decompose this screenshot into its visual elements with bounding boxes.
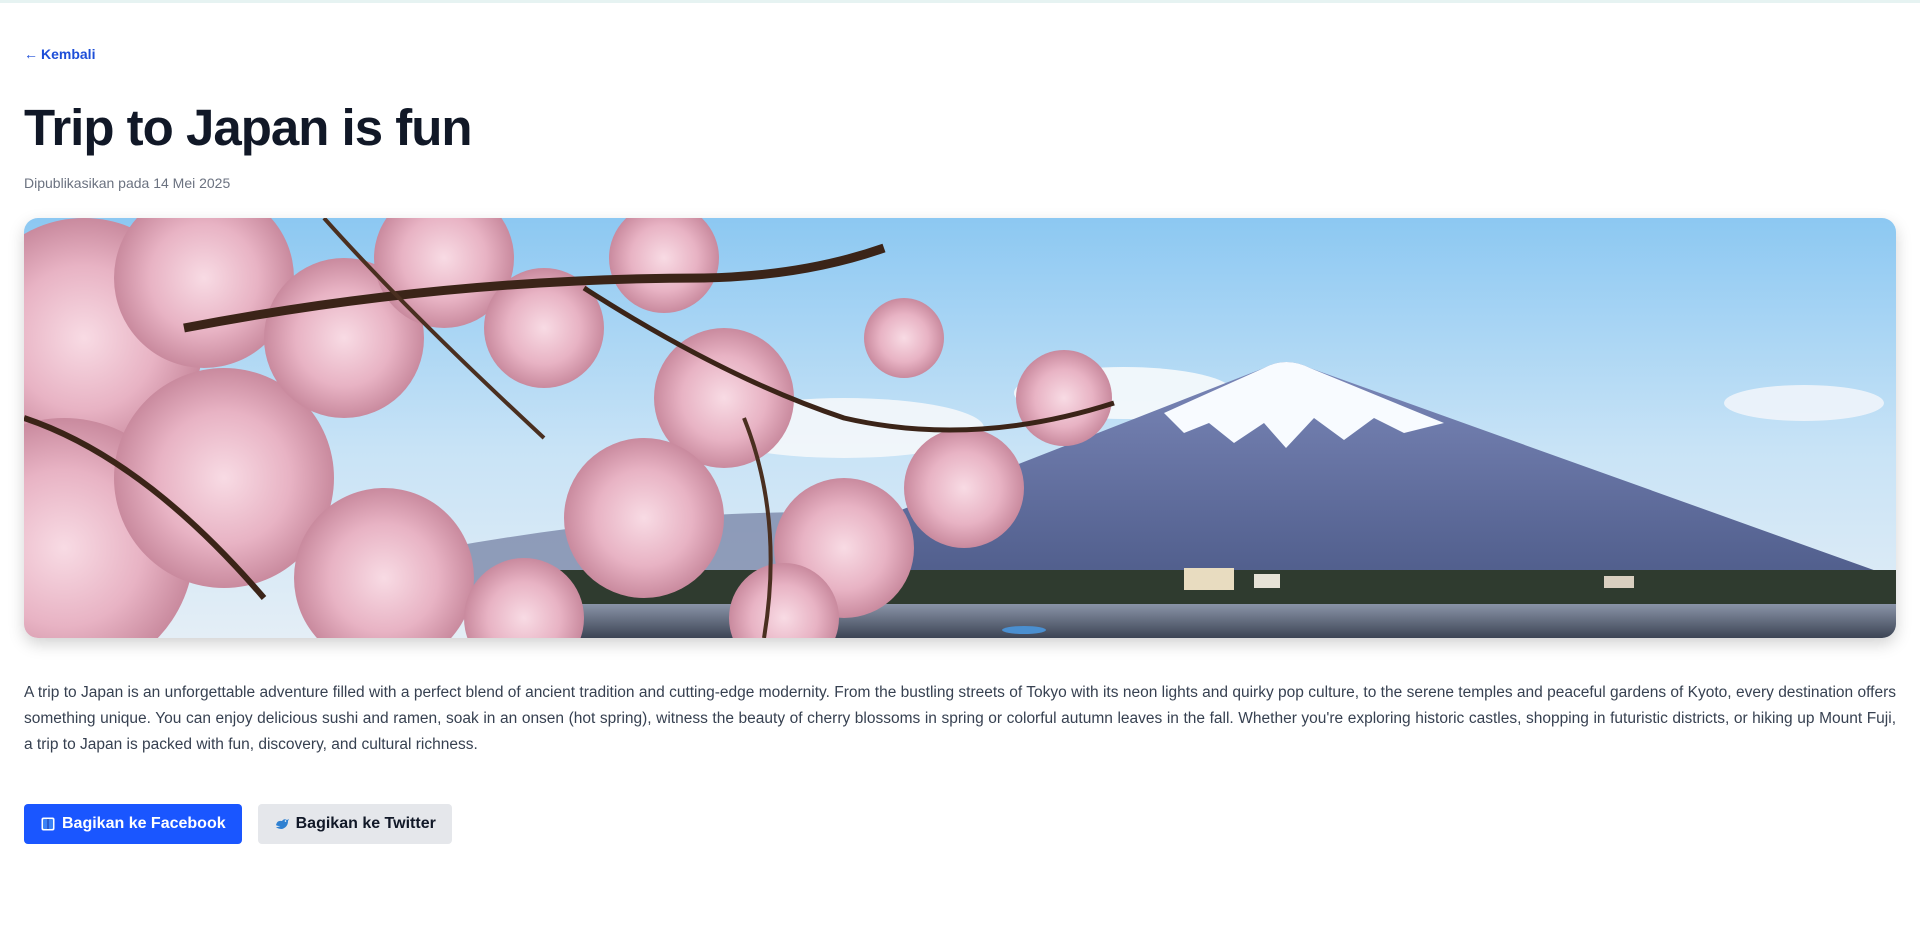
share-twitter-label: Bagikan ke Twitter — [295, 815, 436, 832]
arrow-left-icon: ← — [24, 46, 38, 62]
share-actions: Bagikan ke Facebook Bagikan ke Twitter — [24, 804, 452, 844]
book-icon — [41, 817, 55, 831]
bird-icon — [275, 819, 289, 829]
share-twitter-button[interactable]: Bagikan ke Twitter — [257, 804, 452, 844]
article-title: Trip to Japan is fun — [24, 99, 473, 156]
back-link-label: Kembali — [41, 46, 96, 62]
back-link[interactable]: ← Kembali — [24, 46, 95, 62]
top-border — [0, 0, 1920, 3]
share-facebook-label: Bagikan ke Facebook — [62, 815, 226, 832]
hero-image — [24, 218, 1896, 638]
publish-date: Dipublikasikan pada 14 Mei 2025 — [24, 175, 231, 191]
share-facebook-button[interactable]: Bagikan ke Facebook — [24, 804, 242, 844]
article-body: A trip to Japan is an unforgettable adve… — [24, 684, 1896, 753]
